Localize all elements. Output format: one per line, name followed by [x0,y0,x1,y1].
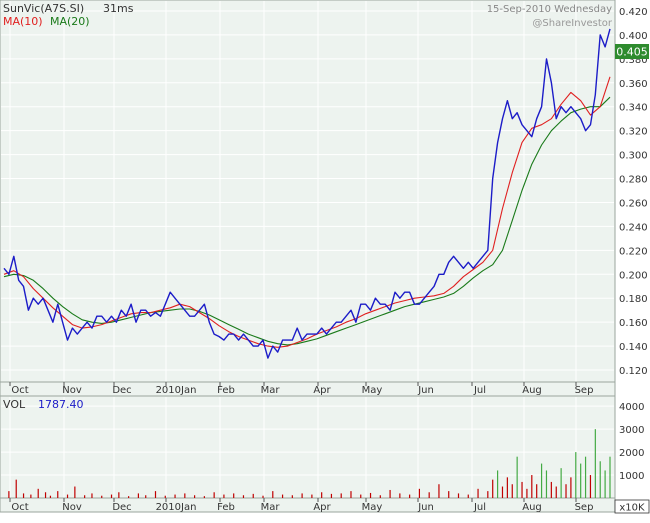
stock-chart: Oct Nov Dec 2010Jan Feb Mar Apr May Jun Jul Aug Sep… [0,0,650,514]
volume-x-tick-label: Aug [522,502,542,513]
volume-x-tick-label: Sep [575,502,594,513]
price-y-tick-label: 0.260 [619,198,648,209]
price-y-tick-label: 0.140 [619,342,648,353]
price-y-tick-label: 0.160 [619,318,648,329]
price-y-tick-label: 0.320 [619,127,648,138]
price-y-tick-label: 0.340 [619,103,648,114]
price-x-tick-label: Nov [62,385,82,396]
volume-y-tick-label: 1000 [619,471,644,482]
price-panel-background [0,0,616,397]
volume-y-tick-label: 3000 [619,425,644,436]
price-x-tick-label: 2010Jan [156,385,197,396]
volume-x-tick-label: 2010Jan [156,502,197,513]
volume-x-tick-label: Dec [112,502,131,513]
price-y-tick-label: 0.360 [619,79,648,90]
volume-x-tick-label: Jul [473,502,486,513]
volume-x-tick-label: Jun [417,502,434,513]
volume-x-tick-label: Nov [62,502,82,513]
chart-period: 31ms [103,2,134,15]
chart-watermark: @ShareInvestor [532,18,612,29]
volume-x-tick-label: Apr [313,502,331,513]
volume-y-tick-label: 2000 [619,448,644,459]
legend-ma10: MA(10) [3,15,43,28]
volume-x-tick-label: Feb [217,502,235,513]
volume-y-tick-labels: 1000 2000 3000 4000 [619,402,644,482]
price-y-tick-label: 0.240 [619,222,648,233]
price-x-tick-label: Dec [112,385,131,396]
volume-value: 1787.40 [38,398,84,411]
price-y-tick-label: 0.280 [619,175,648,186]
legend-ma20: MA(20) [50,15,90,28]
volume-y-tick-label: 4000 [619,402,644,413]
price-y-tick-label: 0.120 [619,366,648,377]
price-y-tick-label: 0.400 [619,31,648,42]
volume-x-tick-label: Mar [261,502,281,513]
price-x-tick-label: Feb [217,385,235,396]
price-x-tick-label: Apr [313,385,331,396]
volume-x-tick-label: Oct [11,502,28,513]
chart-date: 15-Sep-2010 Wednesday [487,4,612,15]
volume-unit: x10K [619,503,645,514]
price-x-tick-label: Jun [417,385,434,396]
volume-label: VOL [3,398,26,411]
volume-x-tick-label: May [362,502,383,513]
price-x-tick-label: Jul [473,385,486,396]
price-x-tick-label: Oct [11,385,28,396]
price-y-tick-label: 0.420 [619,7,648,18]
price-y-tick-labels: 0.120 0.140 0.160 0.180 0.200 0.220 0.240 0.260… [619,7,648,377]
price-y-tick-label: 0.220 [619,246,648,257]
price-y-tick-label: 0.200 [619,270,648,281]
chart-symbol: SunVic(A7S.SI) [3,2,84,15]
price-x-tick-label: Aug [522,385,542,396]
price-y-tick-label: 0.300 [619,151,648,162]
last-price-value: 0.405 [616,46,648,59]
price-y-tick-label: 0.180 [619,294,648,305]
price-x-tick-label: May [362,385,383,396]
price-x-tick-label: Sep [575,385,594,396]
price-x-tick-label: Mar [261,385,281,396]
